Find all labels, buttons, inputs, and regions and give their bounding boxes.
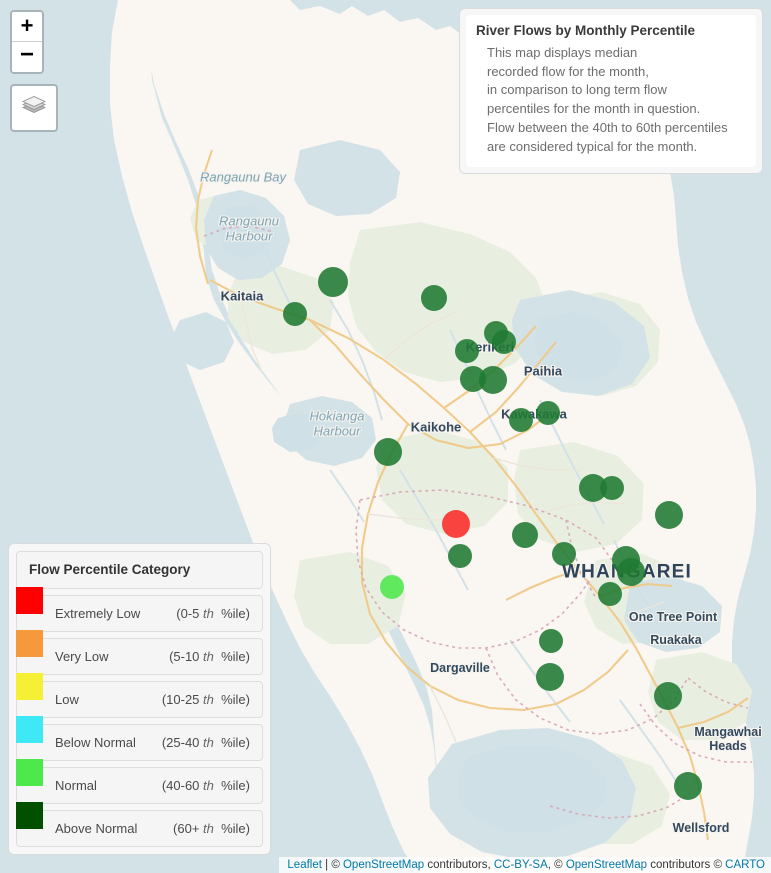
legend-range: (40-60 th %ile) — [162, 778, 250, 793]
legend-label: Normal — [55, 778, 97, 793]
map-marker-site-14[interactable] — [380, 575, 404, 599]
legend-range: (60+ th %ile) — [173, 821, 250, 836]
legend-range-value: (40-60 — [161, 778, 204, 793]
legend-swatch-icon — [16, 716, 43, 743]
map-marker-site-15[interactable] — [512, 522, 538, 548]
map-marker-site-22[interactable] — [598, 582, 622, 606]
map-marker-site-01[interactable] — [318, 267, 348, 297]
legend-rows: Extremely Low (0-5 th %ile) Very Low (5-10 … — [16, 587, 263, 847]
zoom-in-button[interactable]: + — [12, 12, 42, 42]
legend-range: (25-40 th %ile) — [162, 735, 250, 750]
map-marker-site-02[interactable] — [283, 302, 307, 326]
map-marker-site-11[interactable] — [374, 438, 402, 466]
legend-range-suffix: %ile) — [213, 778, 250, 793]
legend-row-very-low[interactable]: Very Low (5-10 th %ile) — [16, 630, 263, 675]
legend-label: Extremely Low — [55, 606, 141, 621]
legend-range-value: (60+ — [173, 821, 204, 836]
info-panel: River Flows by Monthly Percentile This m… — [459, 8, 763, 175]
map-marker-site-08[interactable] — [479, 366, 507, 394]
info-line-1: This map displays median — [487, 45, 638, 60]
info-line-4: percentiles for the month in question. — [487, 101, 701, 117]
legend-range-ordinal: th — [203, 735, 214, 750]
legend-range: (10-25 th %ile) — [162, 692, 250, 707]
ccbysa-link[interactable]: CC-BY-SA — [494, 859, 548, 871]
legend-range-suffix: %ile) — [213, 606, 250, 621]
map-marker-site-12[interactable] — [442, 510, 470, 538]
legend-label: Low — [55, 692, 79, 707]
map-marker-site-13[interactable] — [448, 544, 472, 568]
legend-swatch-icon — [16, 673, 43, 700]
legend-range-suffix: %ile) — [213, 821, 250, 836]
info-panel-inner: River Flows by Monthly Percentile This m… — [466, 15, 756, 168]
legend-range-ordinal: th — [203, 606, 214, 621]
legend-label: Below Normal — [55, 735, 136, 750]
legend-panel: Flow Percentile Category Extremely Low (0… — [8, 543, 271, 855]
map-marker-site-24[interactable] — [539, 629, 563, 653]
leaflet-link[interactable]: Leaflet — [287, 859, 322, 871]
osm-link-2[interactable]: OpenStreetMap — [566, 859, 647, 871]
legend-row-low[interactable]: Low (10-25 th %ile) — [16, 673, 263, 718]
map-marker-site-04[interactable] — [455, 339, 479, 363]
legend-row-below-normal[interactable]: Below Normal (25-40 th %ile) — [16, 716, 263, 761]
legend-title-row: Flow Percentile Category — [16, 551, 263, 589]
map-marker-site-18[interactable] — [600, 476, 624, 500]
info-line-3: in comparison to long term flow — [487, 82, 667, 98]
legend-range-ordinal: th — [203, 778, 214, 793]
legend-range-value: (25-40 — [161, 735, 204, 750]
map-marker-site-25[interactable] — [654, 682, 682, 710]
zoom-control[interactable]: + − — [10, 10, 44, 74]
legend-row-above-normal[interactable]: Above Normal (60+ th %ile) — [16, 802, 263, 847]
map-marker-site-16[interactable] — [552, 542, 576, 566]
attr-mid-3: contributors © — [647, 859, 726, 871]
legend-range-ordinal: th — [203, 649, 214, 664]
map-marker-site-03[interactable] — [421, 285, 447, 311]
map-marker-site-09[interactable] — [509, 408, 533, 432]
legend-swatch-icon — [16, 587, 43, 614]
map-marker-site-10[interactable] — [536, 401, 560, 425]
layers-control-button[interactable] — [10, 84, 58, 132]
legend-swatch-icon — [16, 759, 43, 786]
legend-range-value: (0-5 — [176, 606, 204, 621]
carto-link[interactable]: CARTO — [725, 859, 765, 871]
legend-swatch-icon — [16, 630, 43, 657]
legend-range: (0-5 th %ile) — [176, 606, 250, 621]
legend-swatch-icon — [16, 802, 43, 829]
map-marker-site-23[interactable] — [536, 663, 564, 691]
map-marker-site-26[interactable] — [674, 772, 702, 800]
map-marker-site-06[interactable] — [492, 330, 516, 354]
legend-label: Very Low — [55, 649, 109, 664]
map-application: Rangaunu Bay Rangaunu Harbour Kaitaia Kerik… — [0, 0, 771, 873]
legend-range-value: (10-25 — [161, 692, 204, 707]
legend-range-suffix: %ile) — [213, 649, 250, 664]
osm-link-1[interactable]: OpenStreetMap — [343, 859, 424, 871]
legend-row-extremely-low[interactable]: Extremely Low (0-5 th %ile) — [16, 587, 263, 632]
legend-range-value: (5-10 — [169, 649, 204, 664]
info-line-5: Flow between the 40th to 60th percentile… — [487, 119, 728, 135]
zoom-out-button[interactable]: − — [12, 42, 42, 72]
legend-label: Above Normal — [55, 821, 138, 836]
info-line-2: recorded flow for the month, — [487, 63, 649, 79]
legend-title: Flow Percentile Category — [29, 562, 191, 577]
info-panel-body: This map displays median recorded flow fo… — [476, 44, 746, 156]
attr-mid-2: , © — [547, 859, 566, 871]
attribution-bar: Leaflet | © OpenStreetMap contributors, … — [279, 857, 771, 873]
legend-range-suffix: %ile) — [213, 735, 250, 750]
map-marker-site-19[interactable] — [655, 501, 683, 529]
legend-range-ordinal: th — [203, 821, 214, 836]
info-panel-title: River Flows by Monthly Percentile — [476, 23, 696, 38]
legend-range-suffix: %ile) — [213, 692, 250, 707]
legend-row-normal[interactable]: Normal (40-60 th %ile) — [16, 759, 263, 804]
info-line-6: are considered typical for the month. — [487, 138, 698, 154]
map-marker-site-21[interactable] — [617, 558, 645, 586]
layers-icon — [22, 96, 46, 113]
legend-range-ordinal: th — [203, 692, 214, 707]
attr-mid-1: contributors, — [424, 859, 494, 871]
legend-range: (5-10 th %ile) — [169, 649, 250, 664]
attr-sep-1: | © — [321, 859, 343, 871]
